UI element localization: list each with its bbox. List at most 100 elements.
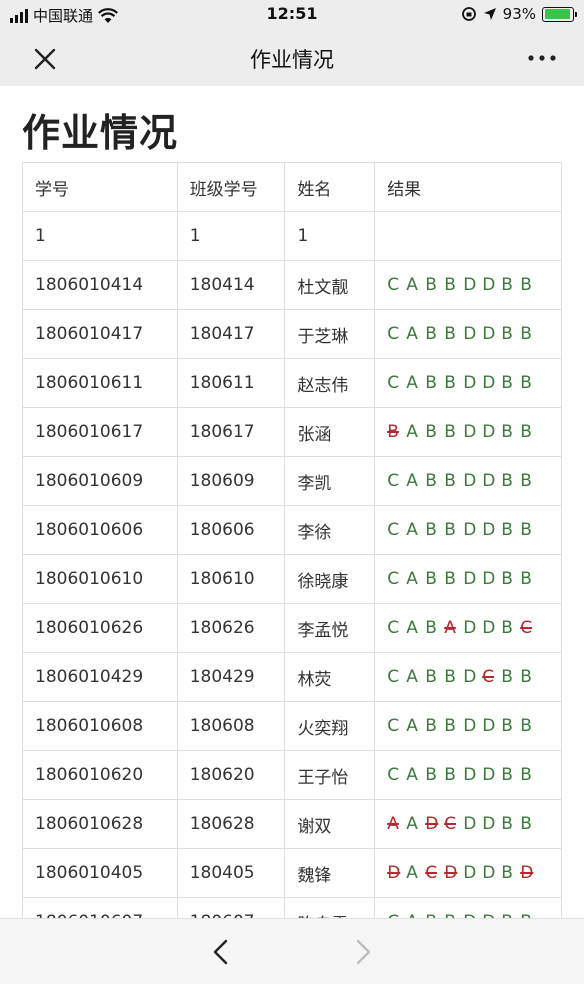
- answer-correct: A: [406, 275, 418, 295]
- cell-name: 李凯: [284, 456, 376, 506]
- cell-name: 1: [284, 211, 376, 261]
- answer-correct: B: [444, 471, 456, 491]
- answer-correct: D: [482, 373, 496, 393]
- answer-correct: D: [463, 814, 477, 834]
- cell-result: AADCDDBB: [374, 799, 562, 849]
- answer-correct: B: [520, 422, 532, 442]
- answer-wrong: A: [444, 618, 456, 638]
- cell-result: CABBDDBB: [374, 260, 562, 310]
- answer-correct: B: [425, 471, 437, 491]
- header-class-number: 班级学号: [176, 162, 286, 212]
- answer-correct: C: [387, 373, 400, 393]
- answer-correct: B: [520, 471, 532, 491]
- cell-student-id: 1806010429: [22, 652, 178, 702]
- answer-correct: D: [482, 618, 496, 638]
- answer-correct: B: [501, 373, 513, 393]
- battery-percent: 93%: [502, 5, 536, 23]
- answer-correct: B: [501, 471, 513, 491]
- answer-correct: D: [482, 422, 496, 442]
- cell-student-id: 1806010609: [22, 456, 178, 506]
- cell-student-id: 1806010617: [22, 407, 178, 457]
- nav-title: 作业情况: [250, 48, 334, 72]
- cell-class-number: 180609: [176, 456, 286, 506]
- table-row: 1806010417 180417 于芝琳 C A B B D D B B: [22, 309, 562, 359]
- forward-arrow-icon[interactable]: [350, 937, 376, 967]
- answer-correct: D: [463, 275, 477, 295]
- more-icon[interactable]: [526, 44, 558, 72]
- bottom-toolbar: [0, 918, 584, 984]
- header-name: 姓名: [284, 162, 376, 212]
- table-row: 1806010405 180405 魏锋 D A C D D D B D: [22, 848, 562, 898]
- location-icon: [483, 8, 496, 20]
- cell-class-number: 180417: [176, 309, 286, 359]
- cell-result: CABBDDBB: [374, 897, 562, 918]
- answer-correct: C: [387, 765, 400, 785]
- cell-name: 王子怡: [284, 750, 376, 800]
- table-row: 1806010617 180617 张涵 B A B B D D B B: [22, 407, 562, 457]
- answer-correct: D: [463, 471, 477, 491]
- cell-student-id: 1806010611: [22, 358, 178, 408]
- answer-wrong: D: [425, 814, 439, 834]
- cell-result: CABBDDBB: [374, 554, 562, 604]
- answer-correct: B: [444, 716, 456, 736]
- cell-student-id: 1806010414: [22, 260, 178, 310]
- answer-correct: B: [444, 765, 456, 785]
- cell-result: CABBDDBB: [374, 358, 562, 408]
- cell-result: [374, 211, 562, 261]
- answer-correct: A: [406, 422, 418, 442]
- answer-correct: B: [501, 814, 513, 834]
- answer-correct: B: [425, 765, 437, 785]
- back-arrow-icon[interactable]: [208, 937, 234, 967]
- cell-name: 徐晓康: [284, 554, 376, 604]
- cell-name: 谢双: [284, 799, 376, 849]
- answer-correct: B: [425, 422, 437, 442]
- cell-name: 赵志伟: [284, 358, 376, 408]
- answer-correct: B: [425, 324, 437, 344]
- answer-correct: B: [501, 569, 513, 589]
- cell-result: CABBDDBB: [374, 750, 562, 800]
- cell-student-id: 1: [22, 211, 178, 261]
- answer-wrong: C: [444, 814, 457, 834]
- page-title: 作业情况: [22, 111, 179, 155]
- answer-correct: B: [520, 275, 532, 295]
- answer-correct: A: [406, 716, 418, 736]
- table-row: 1806010611 180611 赵志伟 C A B B D D B B: [22, 358, 562, 408]
- answer-correct: B: [425, 618, 437, 638]
- answer-correct: D: [482, 569, 496, 589]
- answer-correct: B: [425, 569, 437, 589]
- table-row: 1806010608 180608 火奕翔 C A B B D D B B: [22, 701, 562, 751]
- cell-student-id: 1806010620: [22, 750, 178, 800]
- answer-correct: C: [387, 716, 400, 736]
- battery-icon: [542, 6, 577, 22]
- answer-correct: B: [501, 716, 513, 736]
- answer-correct: B: [425, 520, 437, 540]
- cell-student-id: 1806010626: [22, 603, 178, 653]
- answer-correct: B: [444, 324, 456, 344]
- answer-correct: A: [406, 373, 418, 393]
- content-area[interactable]: 作业情况 学号 班级学号 姓名 结果 1 1 1 1806010414 180414 杜文…: [0, 86, 584, 918]
- table-row: 1806010628 180628 谢双 A A D C D D B B: [22, 799, 562, 849]
- answer-correct: B: [425, 373, 437, 393]
- status-bar: 中国联通 12:51 93%: [0, 0, 584, 30]
- cell-class-number: 180628: [176, 799, 286, 849]
- answer-correct: D: [463, 863, 477, 883]
- table-row: 1806010609 180609 李凯 C A B B D D B B: [22, 456, 562, 506]
- answer-correct: D: [482, 716, 496, 736]
- cell-result: BABBDDBB: [374, 407, 562, 457]
- answer-correct: A: [406, 863, 418, 883]
- cell-result: CABBDDBB: [374, 456, 562, 506]
- answer-correct: D: [463, 618, 477, 638]
- answer-correct: D: [482, 275, 496, 295]
- answer-correct: A: [406, 520, 418, 540]
- answer-correct: B: [444, 569, 456, 589]
- answer-correct: A: [406, 618, 418, 638]
- answer-wrong: D: [444, 863, 458, 883]
- answer-correct: A: [406, 324, 418, 344]
- cell-student-id: 1806010607: [22, 897, 178, 918]
- orientation-lock-icon: [461, 7, 476, 21]
- answer-correct: B: [520, 814, 532, 834]
- answer-correct: D: [482, 324, 496, 344]
- answer-correct: B: [501, 667, 513, 687]
- cell-class-number: 180617: [176, 407, 286, 457]
- header-student-id: 学号: [22, 162, 178, 212]
